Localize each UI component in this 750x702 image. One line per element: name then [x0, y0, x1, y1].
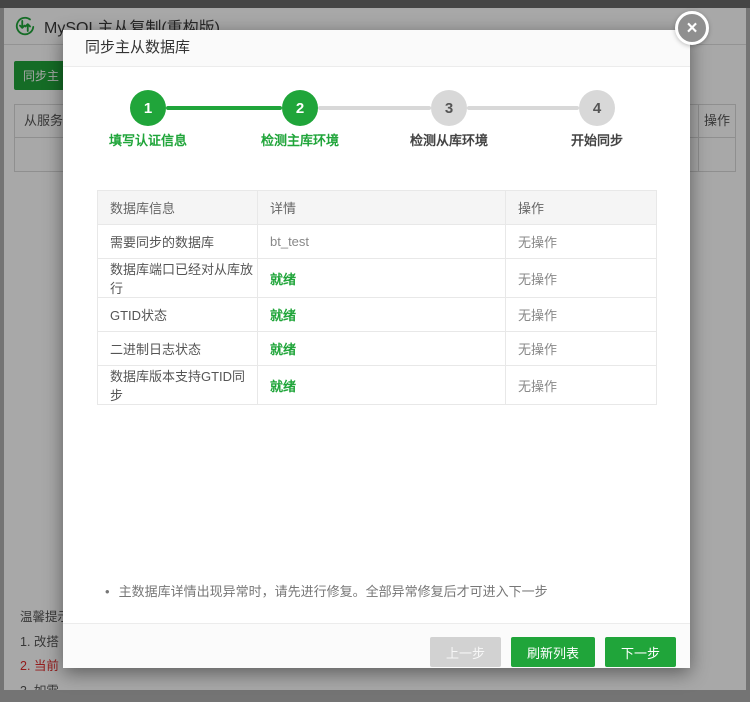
step-2-label: 检测主库环境	[240, 130, 360, 149]
check-detail-ready: 就绪	[258, 366, 506, 405]
check-detail: bt_test	[258, 225, 506, 259]
bullet-icon: •	[105, 584, 110, 599]
master-check-table: 数据库信息 详情 操作 需要同步的数据库 bt_test 无操作 数据库端口已经…	[97, 190, 657, 405]
step-4-label: 开始同步	[537, 130, 657, 149]
note-line: • 主数据库详情出现异常时，请先进行修复。全部异常修复后才可进入下一步	[105, 581, 548, 600]
check-action: 无操作	[506, 298, 657, 332]
check-name: GTID状态	[98, 298, 258, 332]
col-header-detail: 详情	[258, 191, 506, 225]
next-step-button[interactable]: 下一步	[605, 637, 676, 667]
step-2-circle: 2	[282, 90, 318, 126]
col-header-dbinfo: 数据库信息	[98, 191, 258, 225]
check-action: 无操作	[506, 332, 657, 366]
check-name: 二进制日志状态	[98, 332, 258, 366]
check-detail-ready: 就绪	[258, 332, 506, 366]
check-table-header-row: 数据库信息 详情 操作	[98, 191, 657, 225]
step-3-circle: 3	[431, 90, 467, 126]
table-row: 二进制日志状态 就绪 无操作	[98, 332, 657, 366]
col-header-action: 操作	[506, 191, 657, 225]
check-detail-ready: 就绪	[258, 259, 506, 298]
check-name: 数据库端口已经对从库放行	[98, 259, 258, 298]
step-4-circle: 4	[579, 90, 615, 126]
table-row: 数据库端口已经对从库放行 就绪 无操作	[98, 259, 657, 298]
window-top-edge	[0, 0, 750, 8]
close-icon[interactable]: ×	[675, 11, 709, 45]
table-row: 需要同步的数据库 bt_test 无操作	[98, 225, 657, 259]
prev-step-button[interactable]: 上一步	[430, 637, 501, 667]
dialog-footer: 上一步 刷新列表 下一步	[63, 623, 690, 668]
step-connector-1-2	[166, 106, 282, 110]
step-connector-3-4	[467, 106, 579, 110]
check-action: 无操作	[506, 366, 657, 405]
check-action: 无操作	[506, 225, 657, 259]
refresh-list-button[interactable]: 刷新列表	[511, 637, 595, 667]
dialog-title: 同步主从数据库	[63, 30, 690, 67]
check-name: 需要同步的数据库	[98, 225, 258, 259]
check-name: 数据库版本支持GTID同步	[98, 366, 258, 405]
step-3-label: 检测从库环境	[389, 130, 509, 149]
table-row: 数据库版本支持GTID同步 就绪 无操作	[98, 366, 657, 405]
check-action: 无操作	[506, 259, 657, 298]
step-connector-2-3	[318, 106, 431, 110]
step-1-circle: 1	[130, 90, 166, 126]
check-detail-ready: 就绪	[258, 298, 506, 332]
step-1-label: 填写认证信息	[88, 130, 208, 149]
note-text: 主数据库详情出现异常时，请先进行修复。全部异常修复后才可进入下一步	[119, 584, 548, 599]
sync-wizard-dialog: 同步主从数据库 × 1 2 3 4 填写认证信息 检测主库环境 检测从库环境 开…	[63, 30, 690, 668]
table-row: GTID状态 就绪 无操作	[98, 298, 657, 332]
